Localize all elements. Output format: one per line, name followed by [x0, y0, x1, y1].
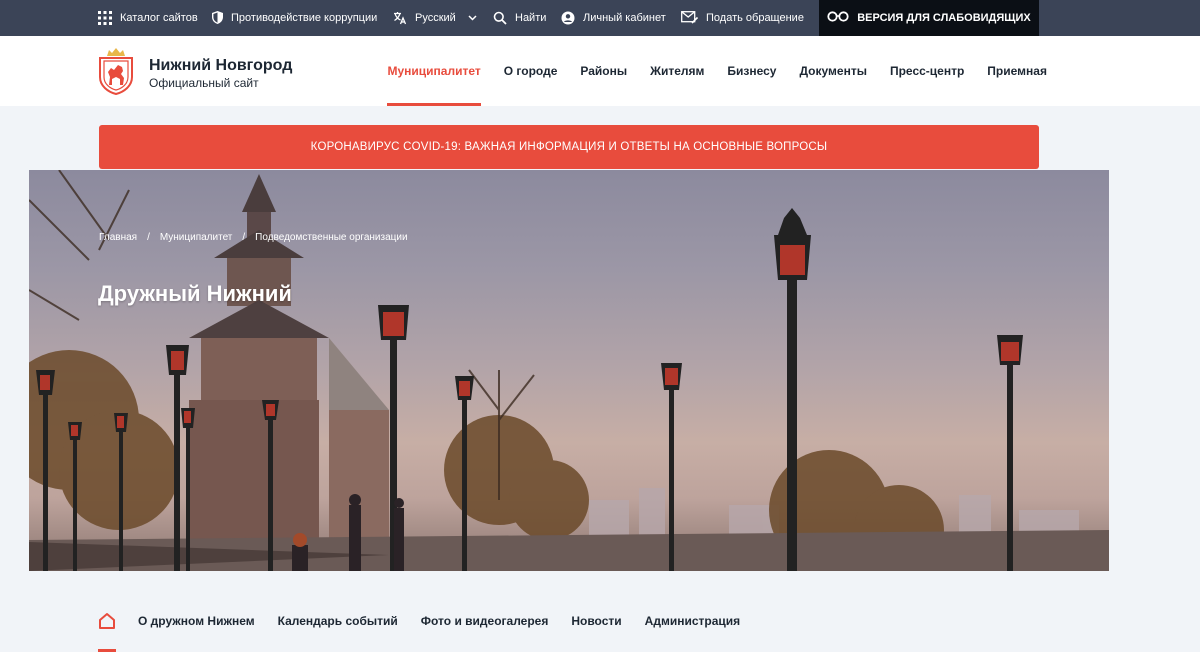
subnav-item-about[interactable]: О дружном Нижнем: [138, 614, 255, 628]
account-label: Личный кабинет: [583, 12, 666, 24]
nav-item-municipality[interactable]: Муниципалитет: [376, 36, 492, 106]
brand-title[interactable]: Нижний Новгород: [149, 57, 292, 75]
home-icon[interactable]: [98, 612, 116, 630]
grid-icon: [98, 11, 112, 25]
nav-item-about-city[interactable]: О городе: [492, 36, 569, 106]
chevron-down-icon: [468, 15, 477, 21]
nav-item-districts[interactable]: Районы: [569, 36, 639, 106]
breadcrumb-home-link[interactable]: Главная: [99, 232, 137, 243]
search-link[interactable]: Найти: [493, 0, 546, 36]
kremlin-tower: [189, 174, 389, 540]
breadcrumb-current: Подведомственные организации: [255, 232, 408, 243]
catalog-link[interactable]: Каталог сайтов: [98, 0, 198, 36]
search-icon: [493, 11, 507, 25]
breadcrumb-separator: /: [147, 232, 150, 243]
nav-item-press-center[interactable]: Пресс-центр: [878, 36, 975, 106]
anticorruption-label: Противодействие коррупции: [231, 12, 378, 24]
breadcrumb: Главная / Муниципалитет / Подведомственн…: [99, 232, 408, 243]
appeal-link[interactable]: Подать обращение: [681, 0, 804, 36]
nav-item-business[interactable]: Бизнесу: [716, 36, 788, 106]
site-header: Нижний Новгород Официальный сайт Муницип…: [0, 36, 1200, 106]
page-title: Дружный Нижний: [98, 281, 292, 306]
subnav-item-news[interactable]: Новости: [571, 614, 621, 628]
catalog-label: Каталог сайтов: [120, 12, 198, 24]
mail-icon: [681, 11, 698, 25]
hero-photo: [29, 170, 1109, 571]
subnav-item-calendar[interactable]: Календарь событий: [278, 614, 398, 628]
coat-of-arms-logo[interactable]: [98, 47, 134, 96]
nav-item-documents[interactable]: Документы: [788, 36, 878, 106]
hero-section: Главная / Муниципалитет / Подведомственн…: [29, 170, 1109, 571]
nav-item-residents[interactable]: Жителям: [639, 36, 716, 106]
search-label: Найти: [515, 12, 547, 24]
breadcrumb-municipality-link[interactable]: Муниципалитет: [160, 232, 233, 243]
language-select[interactable]: Русский: [393, 0, 477, 36]
breadcrumb-separator: /: [242, 232, 246, 243]
top-utility-bar: Каталог сайтов Противодействие коррупции…: [0, 0, 1200, 36]
anticorruption-link[interactable]: Противодействие коррупции: [212, 0, 377, 36]
main-nav: Муниципалитет О городе Районы Жителям Би…: [376, 36, 1058, 106]
subnav-item-administration[interactable]: Администрация: [645, 614, 740, 628]
low-vision-label: ВЕРСИЯ ДЛЯ СЛАБОВИДЯЩИХ: [857, 12, 1031, 24]
covid-banner[interactable]: КОРОНАВИРУС COVID-19: ВАЖНАЯ ИНФОРМАЦИЯ …: [99, 125, 1039, 169]
subnav-item-gallery[interactable]: Фото и видеогалерея: [421, 614, 549, 628]
glasses-icon: [827, 11, 849, 25]
shield-icon: [212, 11, 223, 25]
nav-item-reception[interactable]: Приемная: [976, 36, 1059, 106]
appeal-label: Подать обращение: [706, 12, 804, 24]
section-subnav: О дружном Нижнем Календарь событий Фото …: [98, 604, 763, 638]
translate-icon: [393, 11, 407, 25]
brand-subtitle: Официальный сайт: [149, 76, 259, 90]
language-label: Русский: [415, 12, 456, 24]
account-link[interactable]: Личный кабинет: [561, 0, 666, 36]
low-vision-button[interactable]: ВЕРСИЯ ДЛЯ СЛАБОВИДЯЩИХ: [819, 0, 1039, 36]
user-icon: [561, 11, 575, 25]
